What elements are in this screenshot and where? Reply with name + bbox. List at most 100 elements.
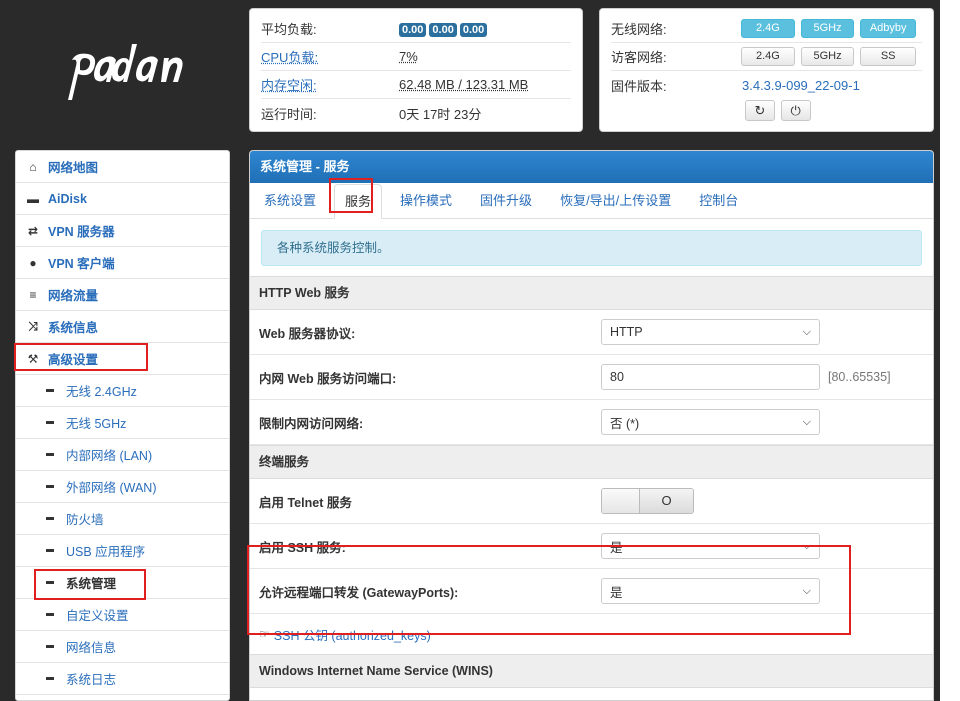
firmware-version[interactable]: 3.4.3.9-099_22-09-1 [742, 78, 860, 93]
home-icon: ⌂ [29, 159, 37, 174]
web-protocol-select[interactable]: HTTP ⌵ [601, 319, 820, 345]
memory-free-link[interactable]: 内存空闲: [261, 78, 317, 93]
main-panel: 系统管理 - 服务 系统设置 服务 操作模式 固件升级 恢复/导出/上传设置 控… [249, 150, 934, 701]
disk-icon: ▬ [27, 191, 39, 206]
ssh-keys-row: ☞ SSH 公钥 (authorized_keys) [250, 614, 933, 654]
dash-icon [46, 645, 54, 648]
chevron-down-icon: ⌵ [802, 584, 811, 597]
refresh-button[interactable]: ↻ [745, 100, 775, 121]
sidebar-sub-firewall[interactable]: 防火墙 [16, 503, 229, 535]
tab-restore-settings[interactable]: 恢复/导出/上传设置 [550, 184, 681, 218]
terminal-section-header: 终端服务 [250, 445, 933, 479]
tab-operation-mode[interactable]: 操作模式 [390, 184, 462, 218]
power-icon: ⏻ [790, 103, 801, 118]
tab-console[interactable]: 控制台 [689, 184, 748, 218]
dash-icon [46, 517, 54, 520]
sidebar-item-aidisk[interactable]: ▬ AiDisk [16, 183, 229, 215]
sidebar-item-traffic[interactable]: ≡ 网络流量 [16, 279, 229, 311]
ss-button[interactable]: SS [860, 47, 916, 66]
web-port-input[interactable]: 80 [601, 364, 820, 390]
sidebar-item-advanced[interactable]: ⚒ 高级设置 [16, 343, 229, 375]
web-port-label: 内网 Web 服务访问端口: [259, 371, 397, 386]
guest-row: 访客网络: 2.4G 5GHz SS [611, 43, 922, 71]
sidebar-sub-network-info[interactable]: 网络信息 [16, 631, 229, 663]
dash-icon [46, 677, 54, 680]
sidebar-item-system-info[interactable]: ⤨ 系统信息 [16, 311, 229, 343]
tab-system-settings[interactable]: 系统设置 [254, 184, 326, 218]
tab-bar: 系统设置 服务 操作模式 固件升级 恢复/导出/上传设置 控制台 [250, 183, 933, 219]
sidebar-sub-wireless-5[interactable]: 无线 5GHz [16, 407, 229, 439]
telnet-label: 启用 Telnet 服务 [259, 495, 352, 510]
shuffle-icon: ⤨ [28, 319, 38, 333]
avg-load-row: 平均负载: 0.00 0.00 0.00 [261, 15, 571, 43]
memory-free-value: 62.48 MB / 123.31 MB [399, 77, 529, 92]
dash-icon [46, 613, 54, 616]
wireless-label: 无线网络: [611, 22, 667, 37]
tab-firmware-upgrade[interactable]: 固件升级 [470, 184, 542, 218]
wireless-24g-button[interactable]: 2.4G [741, 19, 795, 38]
sidebar-nav: ⌂ 网络地图 ▬ AiDisk ⇄ VPN 服务器 ● VPN 客户端 ≡ 网络流量 ⤨ 系… [15, 150, 230, 701]
restrict-select[interactable]: 否 (*) ⌵ [601, 409, 820, 435]
sidebar-item-vpn-client[interactable]: ● VPN 客户端 [16, 247, 229, 279]
chevron-down-icon: ⌵ [802, 325, 811, 338]
sidebar-sub-lan[interactable]: 内部网络 (LAN) [16, 439, 229, 471]
avg-load-label: 平均负载: [261, 22, 317, 37]
power-button[interactable]: ⏻ [780, 100, 811, 121]
memory-row: 内存空闲: 62.48 MB / 123.31 MB [261, 71, 571, 99]
dash-icon [46, 549, 54, 552]
sidebar-sub-usb[interactable]: USB 应用程序 [16, 535, 229, 567]
guest-5g-button[interactable]: 5GHz [800, 47, 855, 66]
sidebar-sub-system-log[interactable]: 系统日志 [16, 663, 229, 695]
http-section-header: HTTP Web 服务 [250, 276, 933, 310]
wireless-5g-button[interactable]: 5GHz [800, 19, 855, 38]
sidebar-sub-wireless-24[interactable]: 无线 2.4GHz [16, 375, 229, 407]
globe-icon: ● [29, 255, 37, 270]
dash-icon [46, 421, 54, 424]
ssh-label: 启用 SSH 服务: [259, 540, 346, 555]
system-status-panel: 平均负载: 0.00 0.00 0.00 CPU负载: 7% 内存空闲: 62.48… [249, 8, 583, 132]
dash-icon [46, 389, 54, 392]
web-protocol-row: Web 服务器协议: HTTP ⌵ [250, 310, 933, 355]
guest-label: 访客网络: [611, 50, 667, 65]
gateway-ports-select[interactable]: 是 ⌵ [601, 578, 820, 604]
firmware-label: 固件版本: [611, 78, 667, 94]
hand-pointer-icon: ☞ [259, 627, 270, 641]
restrict-row: 限制内网访问网络: 否 (*) ⌵ [250, 400, 933, 445]
sidebar-sub-wan[interactable]: 外部网络 (WAN) [16, 471, 229, 503]
refresh-icon: ↻ [754, 103, 766, 118]
gateway-ports-row: 允许远程端口转发 (GatewayPorts): 是 ⌵ [250, 569, 933, 614]
guest-24g-button[interactable]: 2.4G [741, 47, 795, 66]
sidebar-sub-administration[interactable]: 系统管理 [16, 567, 229, 599]
retweet-icon: ⇄ [27, 223, 39, 238]
firmware-row: 固件版本: 3.4.3.9-099_22-09-1 [611, 71, 922, 99]
adbyby-button[interactable]: Adbyby [860, 19, 916, 38]
uptime-value: 0天 17时 23分 [399, 106, 482, 122]
ssh-keys-link[interactable]: SSH 公钥 (authorized_keys) [274, 625, 431, 644]
ssh-row: 启用 SSH 服务: 是 ⌵ [250, 524, 933, 569]
cpu-load-link[interactable]: CPU负载: [261, 50, 318, 65]
dash-icon [46, 453, 54, 456]
load-1: 0.00 [399, 22, 427, 37]
ssh-select[interactable]: 是 ⌵ [601, 533, 820, 559]
chevron-down-icon: ⌵ [802, 539, 811, 552]
telnet-toggle[interactable]: O [601, 488, 694, 514]
wrench-icon: ⚒ [27, 351, 39, 366]
telnet-row: 启用 Telnet 服务 O [250, 479, 933, 524]
web-port-row: 内网 Web 服务访问端口: 80 [80..65535] [250, 355, 933, 400]
cpu-load-row: CPU负载: 7% [261, 43, 571, 71]
cpu-load-value: 7% [399, 49, 418, 64]
restrict-label: 限制内网访问网络: [259, 416, 364, 431]
page-title: 系统管理 - 服务 [250, 151, 933, 183]
sidebar-item-vpn-server[interactable]: ⇄ VPN 服务器 [16, 215, 229, 247]
uptime-label: 运行时间: [261, 106, 317, 122]
right-edge [940, 0, 960, 701]
uptime-row: 运行时间: 0天 17时 23分 [261, 99, 571, 127]
network-status-panel: 无线网络: 2.4G 5GHz Adbyby 访客网络: 2.4G 5GHz S… [599, 8, 934, 132]
sidebar-sub-customization[interactable]: 自定义设置 [16, 599, 229, 631]
tab-services[interactable]: 服务 [334, 184, 383, 219]
wins-section-header: Windows Internet Name Service (WINS) [250, 654, 933, 688]
hdd-icon: ≡ [29, 287, 37, 302]
padavan-logo [68, 44, 183, 100]
sidebar-item-network-map[interactable]: ⌂ 网络地图 [16, 151, 229, 183]
info-alert: 各种系统服务控制。 [261, 230, 922, 266]
